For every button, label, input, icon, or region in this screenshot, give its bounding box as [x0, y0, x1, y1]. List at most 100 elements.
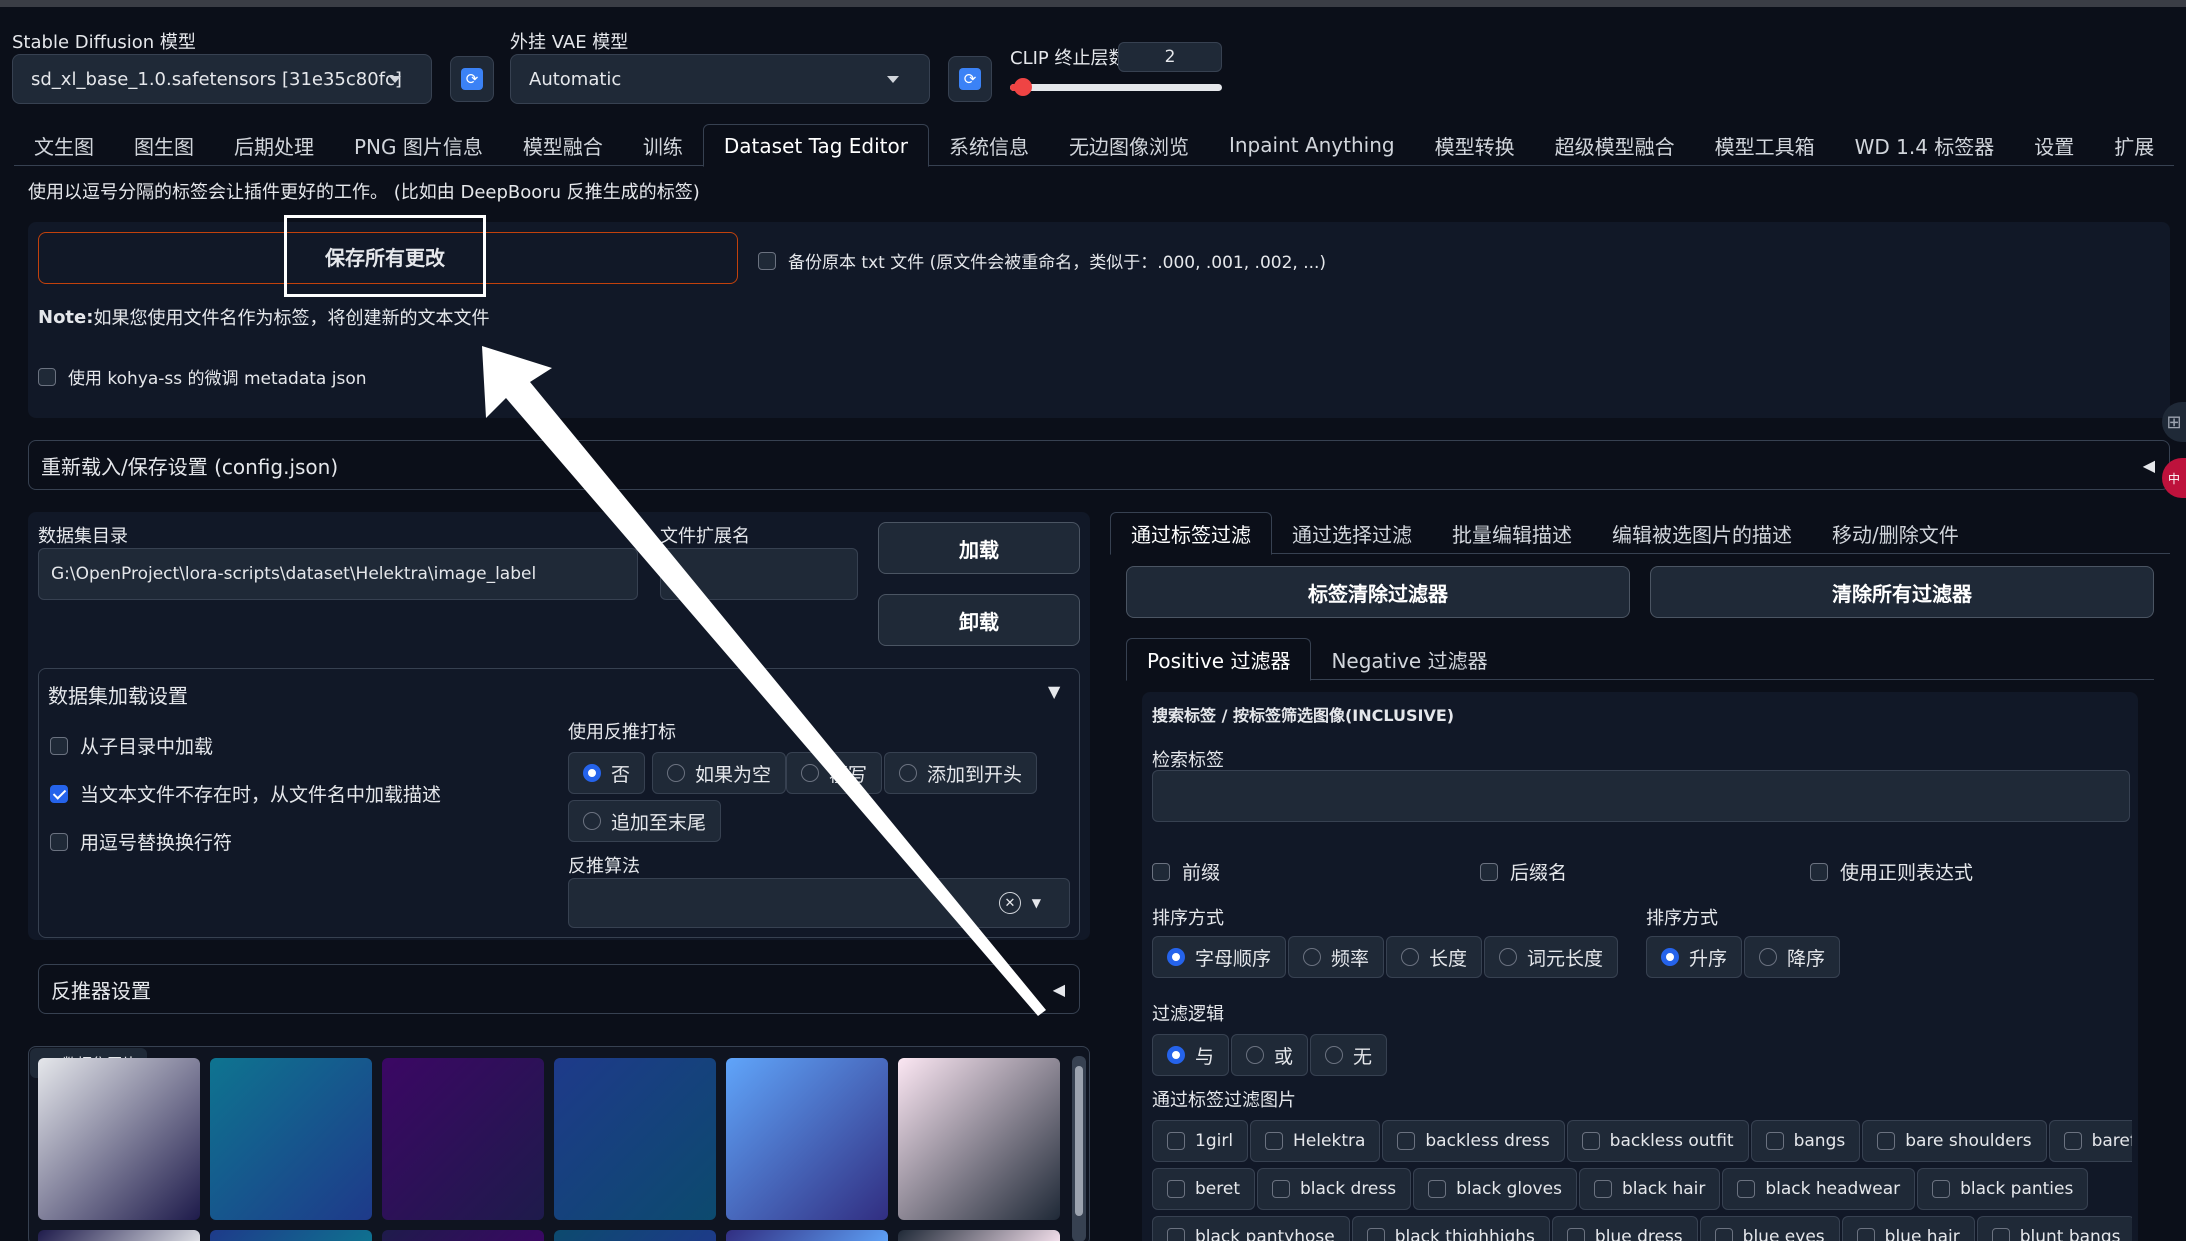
tag-checkbox[interactable]	[1167, 1180, 1185, 1198]
refresh-sd-model-button[interactable]: ⟳	[450, 56, 494, 102]
tag-checkbox[interactable]	[1272, 1180, 1290, 1198]
replace-newline-checkbox[interactable]	[50, 832, 68, 851]
interrogate-option-append[interactable]: 追加至末尾	[568, 800, 722, 842]
gallery-thumbnail[interactable]	[554, 1058, 716, 1220]
tab-13[interactable]: WD 1.4 标签器	[1835, 124, 2015, 166]
save-all-button[interactable]: 保存所有更改	[284, 215, 486, 297]
gallery-thumbnail[interactable]	[898, 1230, 1060, 1241]
tag-chip[interactable]: black gloves	[1413, 1168, 1577, 1210]
clear-tag-filters-button[interactable]: 标签清除过滤器	[1126, 566, 1630, 618]
file-ext-input[interactable]: *	[660, 548, 858, 600]
filter-tab-1[interactable]: 通过选择过滤	[1272, 512, 1432, 554]
tab-10[interactable]: 模型转换	[1415, 124, 1535, 166]
tag-checkbox[interactable]	[1397, 1132, 1416, 1150]
tag-chip[interactable]: black headwear	[1722, 1168, 1916, 1210]
regex-row[interactable]: 使用正则表达式	[1810, 858, 1973, 885]
tag-chip[interactable]: blue dress	[1551, 1216, 1698, 1241]
load-settings-label[interactable]: 数据集加载设置	[48, 680, 188, 709]
tag-checkbox[interactable]	[2063, 1132, 2082, 1150]
tag-chip[interactable]: backless dress	[1382, 1120, 1565, 1162]
tab-5[interactable]: 训练	[623, 124, 703, 166]
filter-tab-4[interactable]: 移动/删除文件	[1812, 512, 1979, 554]
load-caption-checkbox[interactable]	[50, 784, 68, 803]
radio-option[interactable]: 频率	[1288, 936, 1385, 978]
tab-8[interactable]: 无边图像浏览	[1049, 124, 1209, 166]
tag-chip[interactable]: black pantyhose	[1152, 1216, 1350, 1241]
search-tags-input[interactable]	[1152, 770, 2130, 822]
tag-checkbox[interactable]	[1428, 1180, 1447, 1198]
gallery-thumbnail[interactable]	[898, 1058, 1060, 1220]
gallery-thumbnail[interactable]	[382, 1230, 544, 1241]
tab-3[interactable]: PNG 图片信息	[334, 124, 503, 166]
radio-option[interactable]: 升序	[1646, 936, 1743, 978]
gallery-thumbnail[interactable]	[382, 1058, 544, 1220]
unload-button[interactable]: 卸载	[878, 594, 1080, 646]
tag-checkbox[interactable]	[1167, 1132, 1185, 1150]
backup-checkbox[interactable]	[758, 251, 776, 270]
gallery-thumbnail[interactable]	[38, 1058, 200, 1220]
clip-value-input[interactable]: 2	[1118, 42, 1222, 72]
radio-option[interactable]: 字母顺序	[1152, 936, 1287, 978]
tag-chip[interactable]: black thighhighs	[1351, 1216, 1550, 1241]
tag-checkbox[interactable]	[1877, 1132, 1896, 1150]
tag-checkbox[interactable]	[1566, 1228, 1585, 1241]
interrogate-option-prepend[interactable]: 添加到开头	[884, 752, 1038, 794]
tab-7[interactable]: 系统信息	[929, 124, 1049, 166]
filter-sub-tab-1[interactable]: Negative 过滤器	[1311, 638, 1507, 680]
tag-checkbox[interactable]	[1167, 1228, 1185, 1241]
radio-option[interactable]: 降序	[1744, 936, 1841, 978]
tag-checkbox[interactable]	[1765, 1132, 1784, 1150]
config-accordion[interactable]: 重新载入/保存设置 (config.json) ◀	[28, 440, 2170, 490]
tag-chip[interactable]: blunt bangs	[1976, 1216, 2132, 1241]
prefix-row[interactable]: 前缀	[1152, 858, 1220, 885]
chevron-down-icon[interactable]: ▼	[1032, 896, 1041, 910]
gallery-thumbnail[interactable]	[726, 1058, 888, 1220]
from-subdir-row[interactable]: 从子目录中加载	[50, 732, 213, 759]
clip-slider-handle[interactable]	[1013, 78, 1032, 96]
tag-chip[interactable]: bare shoulders	[1862, 1120, 2047, 1162]
dataset-dir-input[interactable]: G:\OpenProject\lora-scripts\dataset\Hele…	[38, 548, 638, 600]
tag-chip[interactable]: black panties	[1917, 1168, 2089, 1210]
tag-checkbox[interactable]	[1856, 1228, 1875, 1241]
prefix-checkbox[interactable]	[1152, 862, 1170, 881]
radio-option[interactable]: 或	[1231, 1034, 1309, 1076]
filter-sub-tab-0[interactable]: Positive 过滤器	[1126, 638, 1312, 681]
radio-option[interactable]: 长度	[1386, 936, 1483, 978]
tag-checkbox[interactable]	[1737, 1180, 1756, 1198]
tag-checkbox[interactable]	[1265, 1132, 1284, 1150]
tag-checkbox[interactable]	[1581, 1132, 1600, 1150]
tag-chip[interactable]: bangs	[1750, 1120, 1861, 1162]
triangle-down-icon[interactable]: ▼	[1048, 682, 1060, 701]
radio-option[interactable]: 无	[1310, 1034, 1388, 1076]
sd-model-select[interactable]: sd_xl_base_1.0.safetensors [31e35c80fc]	[12, 54, 432, 104]
interrogate-option-if-empty[interactable]: 如果为空	[652, 752, 787, 794]
gallery-scrollbar[interactable]	[1072, 1056, 1086, 1241]
clear-icon[interactable]: ✕	[999, 892, 1021, 914]
tag-chip[interactable]: blue hair	[1841, 1216, 1975, 1241]
gallery-thumbnail[interactable]	[726, 1230, 888, 1241]
tab-12[interactable]: 模型工具箱	[1695, 124, 1835, 166]
tag-checkbox[interactable]	[1932, 1180, 1951, 1198]
tag-chip[interactable]: blue eyes	[1699, 1216, 1840, 1241]
interrogate-option-overwrite[interactable]: 覆写	[786, 752, 883, 794]
interrogate-option-no[interactable]: 否	[568, 752, 646, 794]
gallery-thumbnail[interactable]	[210, 1230, 372, 1241]
tag-chip[interactable]: backless outfit	[1566, 1120, 1749, 1162]
filter-tab-2[interactable]: 批量编辑描述	[1432, 512, 1592, 554]
tab-11[interactable]: 超级模型融合	[1535, 124, 1695, 166]
regex-checkbox[interactable]	[1810, 862, 1828, 881]
load-button[interactable]: 加载	[878, 522, 1080, 574]
from-subdir-checkbox[interactable]	[50, 736, 68, 755]
tab-4[interactable]: 模型融合	[503, 124, 623, 166]
tab-1[interactable]: 图生图	[114, 124, 214, 166]
gallery-thumbnail[interactable]	[554, 1230, 716, 1241]
backup-row[interactable]: 备份原本 txt 文件 (原文件会被重命名，类似于：.000, .001, .0…	[758, 248, 1326, 273]
tag-checkbox[interactable]	[1366, 1228, 1385, 1241]
clear-all-filters-button[interactable]: 清除所有过滤器	[1650, 566, 2154, 618]
tag-checkbox[interactable]	[1593, 1180, 1612, 1198]
load-caption-row[interactable]: 当文本文件不存在时，从文件名中加载描述	[50, 780, 441, 807]
gallery-thumbnail[interactable]	[38, 1230, 200, 1241]
vae-select[interactable]: Automatic	[510, 54, 930, 104]
interrogator-settings-accordion[interactable]: 反推器设置 ◀	[38, 964, 1080, 1014]
tab-14[interactable]: 设置	[2014, 124, 2094, 166]
